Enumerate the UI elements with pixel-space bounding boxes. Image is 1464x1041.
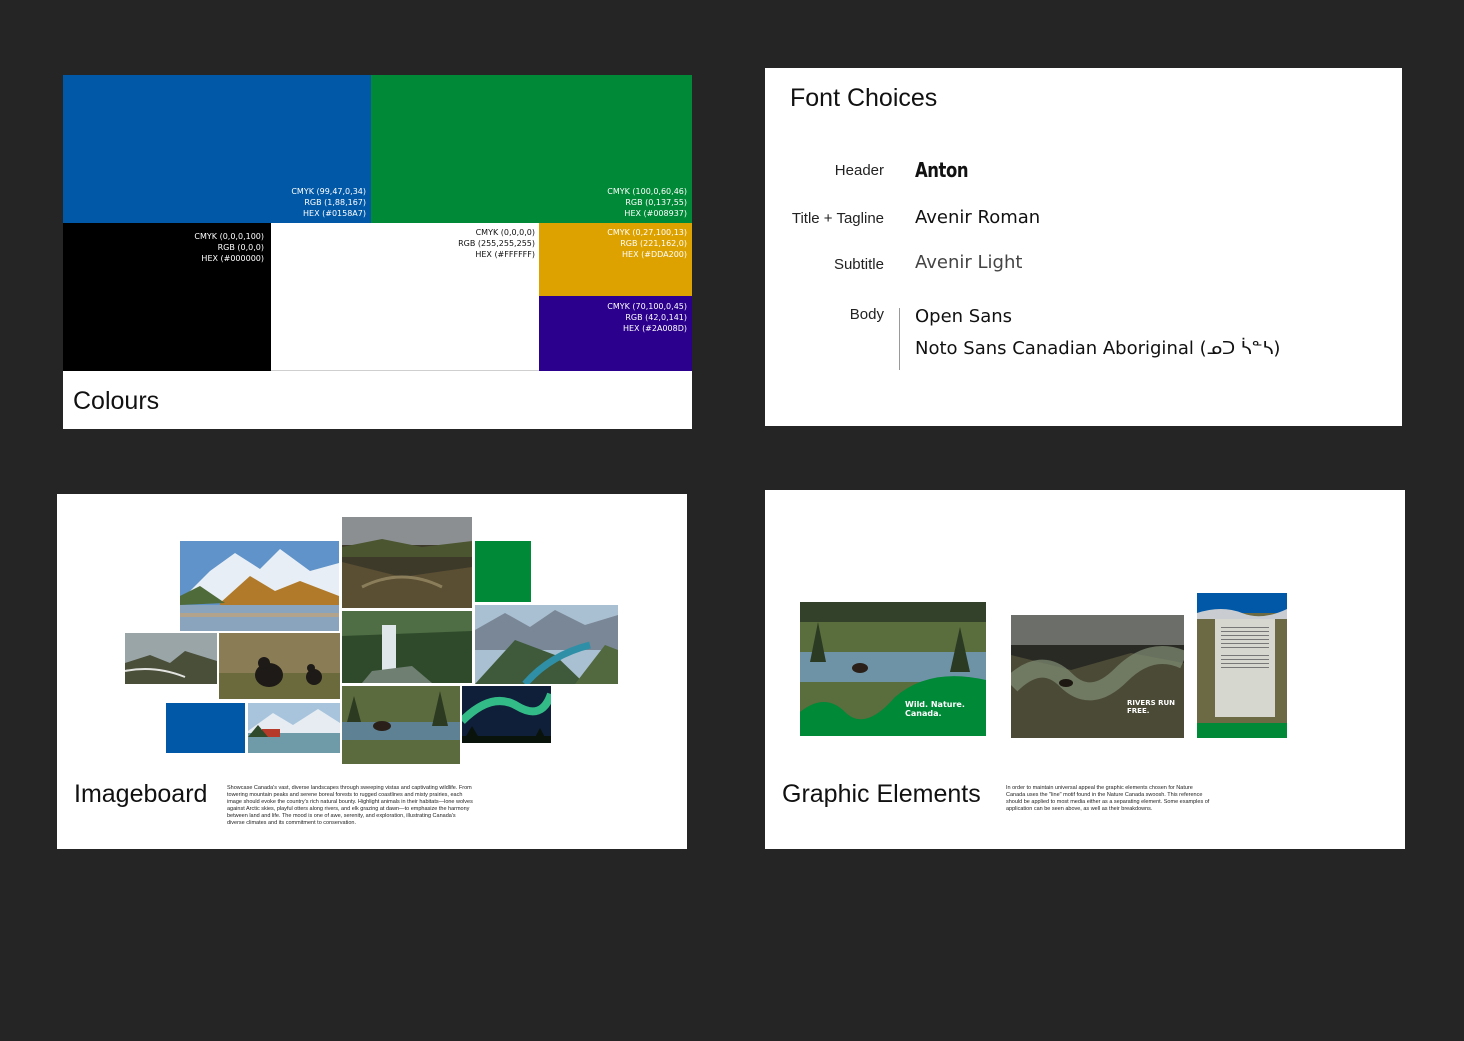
graphic-example-rivers-run-free: RIVERS RUN FREE.	[1011, 615, 1184, 738]
imageboard: Imageboard Showcase Canada's vast, diver…	[57, 494, 687, 849]
swatch-blue-hex: HEX (#0158A7)	[303, 209, 366, 218]
graphic-example-wild-nature: Wild. Nature. Canada.	[800, 602, 986, 736]
imageboard-description: Showcase Canada's vast, diverse landscap…	[227, 785, 473, 826]
graphic-elements-description: In order to maintain universal appeal th…	[1006, 785, 1210, 812]
swatch-black: CMYK (0,0,0,100) RGB (0,0,0) HEX (#00000…	[63, 223, 271, 371]
swatch-gold-values: CMYK (0,27,100,13) RGB (221,162,0) HEX (…	[607, 227, 687, 260]
swatch-green-cmyk: CMYK (100,0,60,46)	[607, 187, 687, 196]
swatch-purple: CMYK (70,100,0,45) RGB (42,0,141) HEX (#…	[539, 296, 692, 371]
swatch-black-cmyk: CMYK (0,0,0,100)	[194, 232, 264, 241]
swatch-white-hex: HEX (#FFFFFF)	[475, 250, 535, 259]
swatch-white-values: CMYK (0,0,0,0) RGB (255,255,255) HEX (#F…	[458, 227, 535, 260]
swatch-green-values: CMYK (100,0,60,46) RGB (0,137,55) HEX (#…	[607, 186, 687, 219]
graphic-elements-title: Graphic Elements	[782, 780, 981, 808]
font-role-title-tagline: Title + Tagline	[791, 210, 884, 227]
colours-board: CMYK (99,47,0,34) RGB (1,88,167) HEX (#0…	[63, 75, 692, 429]
imageboard-blue-block	[166, 703, 245, 753]
font-sample-open-sans: Open Sans	[915, 306, 1013, 327]
photo-lake-cabin	[248, 703, 340, 753]
font-choices-title: Font Choices	[790, 84, 938, 112]
font-sample-avenir-roman: Avenir Roman	[915, 207, 1041, 228]
photo-forest-valley	[342, 517, 472, 608]
photo-mountain-lake	[180, 541, 339, 631]
swatch-blue-values: CMYK (99,47,0,34) RGB (1,88,167) HEX (#0…	[291, 186, 366, 219]
photo-coastline	[125, 633, 217, 684]
swatch-black-rgb: RGB (0,0,0)	[217, 243, 264, 252]
font-sample-noto-canadian-aboriginal: Noto Sans Canadian Aboriginal (ᓄᑐ ᓵᓐᓴ)	[915, 338, 1281, 359]
font-role-body: Body	[849, 306, 884, 323]
photo-waterfall	[342, 611, 472, 683]
swatch-purple-hex: HEX (#2A008D)	[622, 324, 687, 333]
swatch-white: CMYK (0,0,0,0) RGB (255,255,255) HEX (#F…	[271, 223, 539, 371]
graphic-example-poster	[1197, 593, 1287, 738]
swatch-green: CMYK (100,0,60,46) RGB (0,137,55) HEX (#…	[371, 75, 692, 223]
swatch-purple-rgb: RGB (42,0,141)	[625, 313, 687, 322]
font-sample-avenir-light: Avenir Light	[915, 252, 1023, 273]
body-divider	[899, 308, 900, 370]
swatch-black-hex: HEX (#000000)	[201, 254, 264, 263]
swatch-gold-cmyk: CMYK (0,27,100,13)	[607, 228, 687, 237]
swatch-white-cmyk: CMYK (0,0,0,0)	[475, 228, 535, 237]
imageboard-title: Imageboard	[74, 780, 208, 808]
swatch-green-hex: HEX (#008937)	[624, 209, 687, 218]
swatch-purple-cmyk: CMYK (70,100,0,45)	[607, 302, 687, 311]
photo-moose-river	[342, 686, 460, 764]
swatch-gold: CMYK (0,27,100,13) RGB (221,162,0) HEX (…	[539, 223, 692, 296]
swatch-blue-rgb: RGB (1,88,167)	[304, 198, 366, 207]
imageboard-green-block	[475, 541, 531, 602]
font-role-header: Header	[834, 162, 884, 179]
swatch-black-values: CMYK (0,0,0,100) RGB (0,0,0) HEX (#00000…	[194, 231, 264, 264]
font-role-subtitle: Subtitle	[833, 256, 884, 273]
swatch-gold-hex: HEX (#DDA200)	[622, 250, 687, 259]
swatch-purple-values: CMYK (70,100,0,45) RGB (42,0,141) HEX (#…	[607, 301, 687, 334]
font-choices-board: Font Choices Header Anton Title + Taglin…	[765, 68, 1402, 426]
swatch-blue-cmyk: CMYK (99,47,0,34)	[291, 187, 366, 196]
graphic-example-1-tagline: Wild. Nature. Canada.	[905, 700, 965, 718]
photo-black-bears	[219, 633, 340, 699]
swatch-blue: CMYK (99,47,0,34) RGB (1,88,167) HEX (#0…	[63, 75, 371, 223]
photo-glacier-lake	[475, 605, 618, 684]
graphic-example-2-tagline: RIVERS RUN FREE.	[1127, 699, 1175, 715]
swatch-white-rgb: RGB (255,255,255)	[458, 239, 535, 248]
font-sample-anton: Anton	[915, 158, 969, 182]
colours-title: Colours	[73, 387, 160, 415]
graphic-elements-board: Wild. Nature. Canada. RIVERS RUN FREE. G…	[765, 490, 1405, 849]
photo-northern-lights	[462, 686, 551, 743]
swatch-gold-rgb: RGB (221,162,0)	[620, 239, 687, 248]
swatch-green-rgb: RGB (0,137,55)	[625, 198, 687, 207]
